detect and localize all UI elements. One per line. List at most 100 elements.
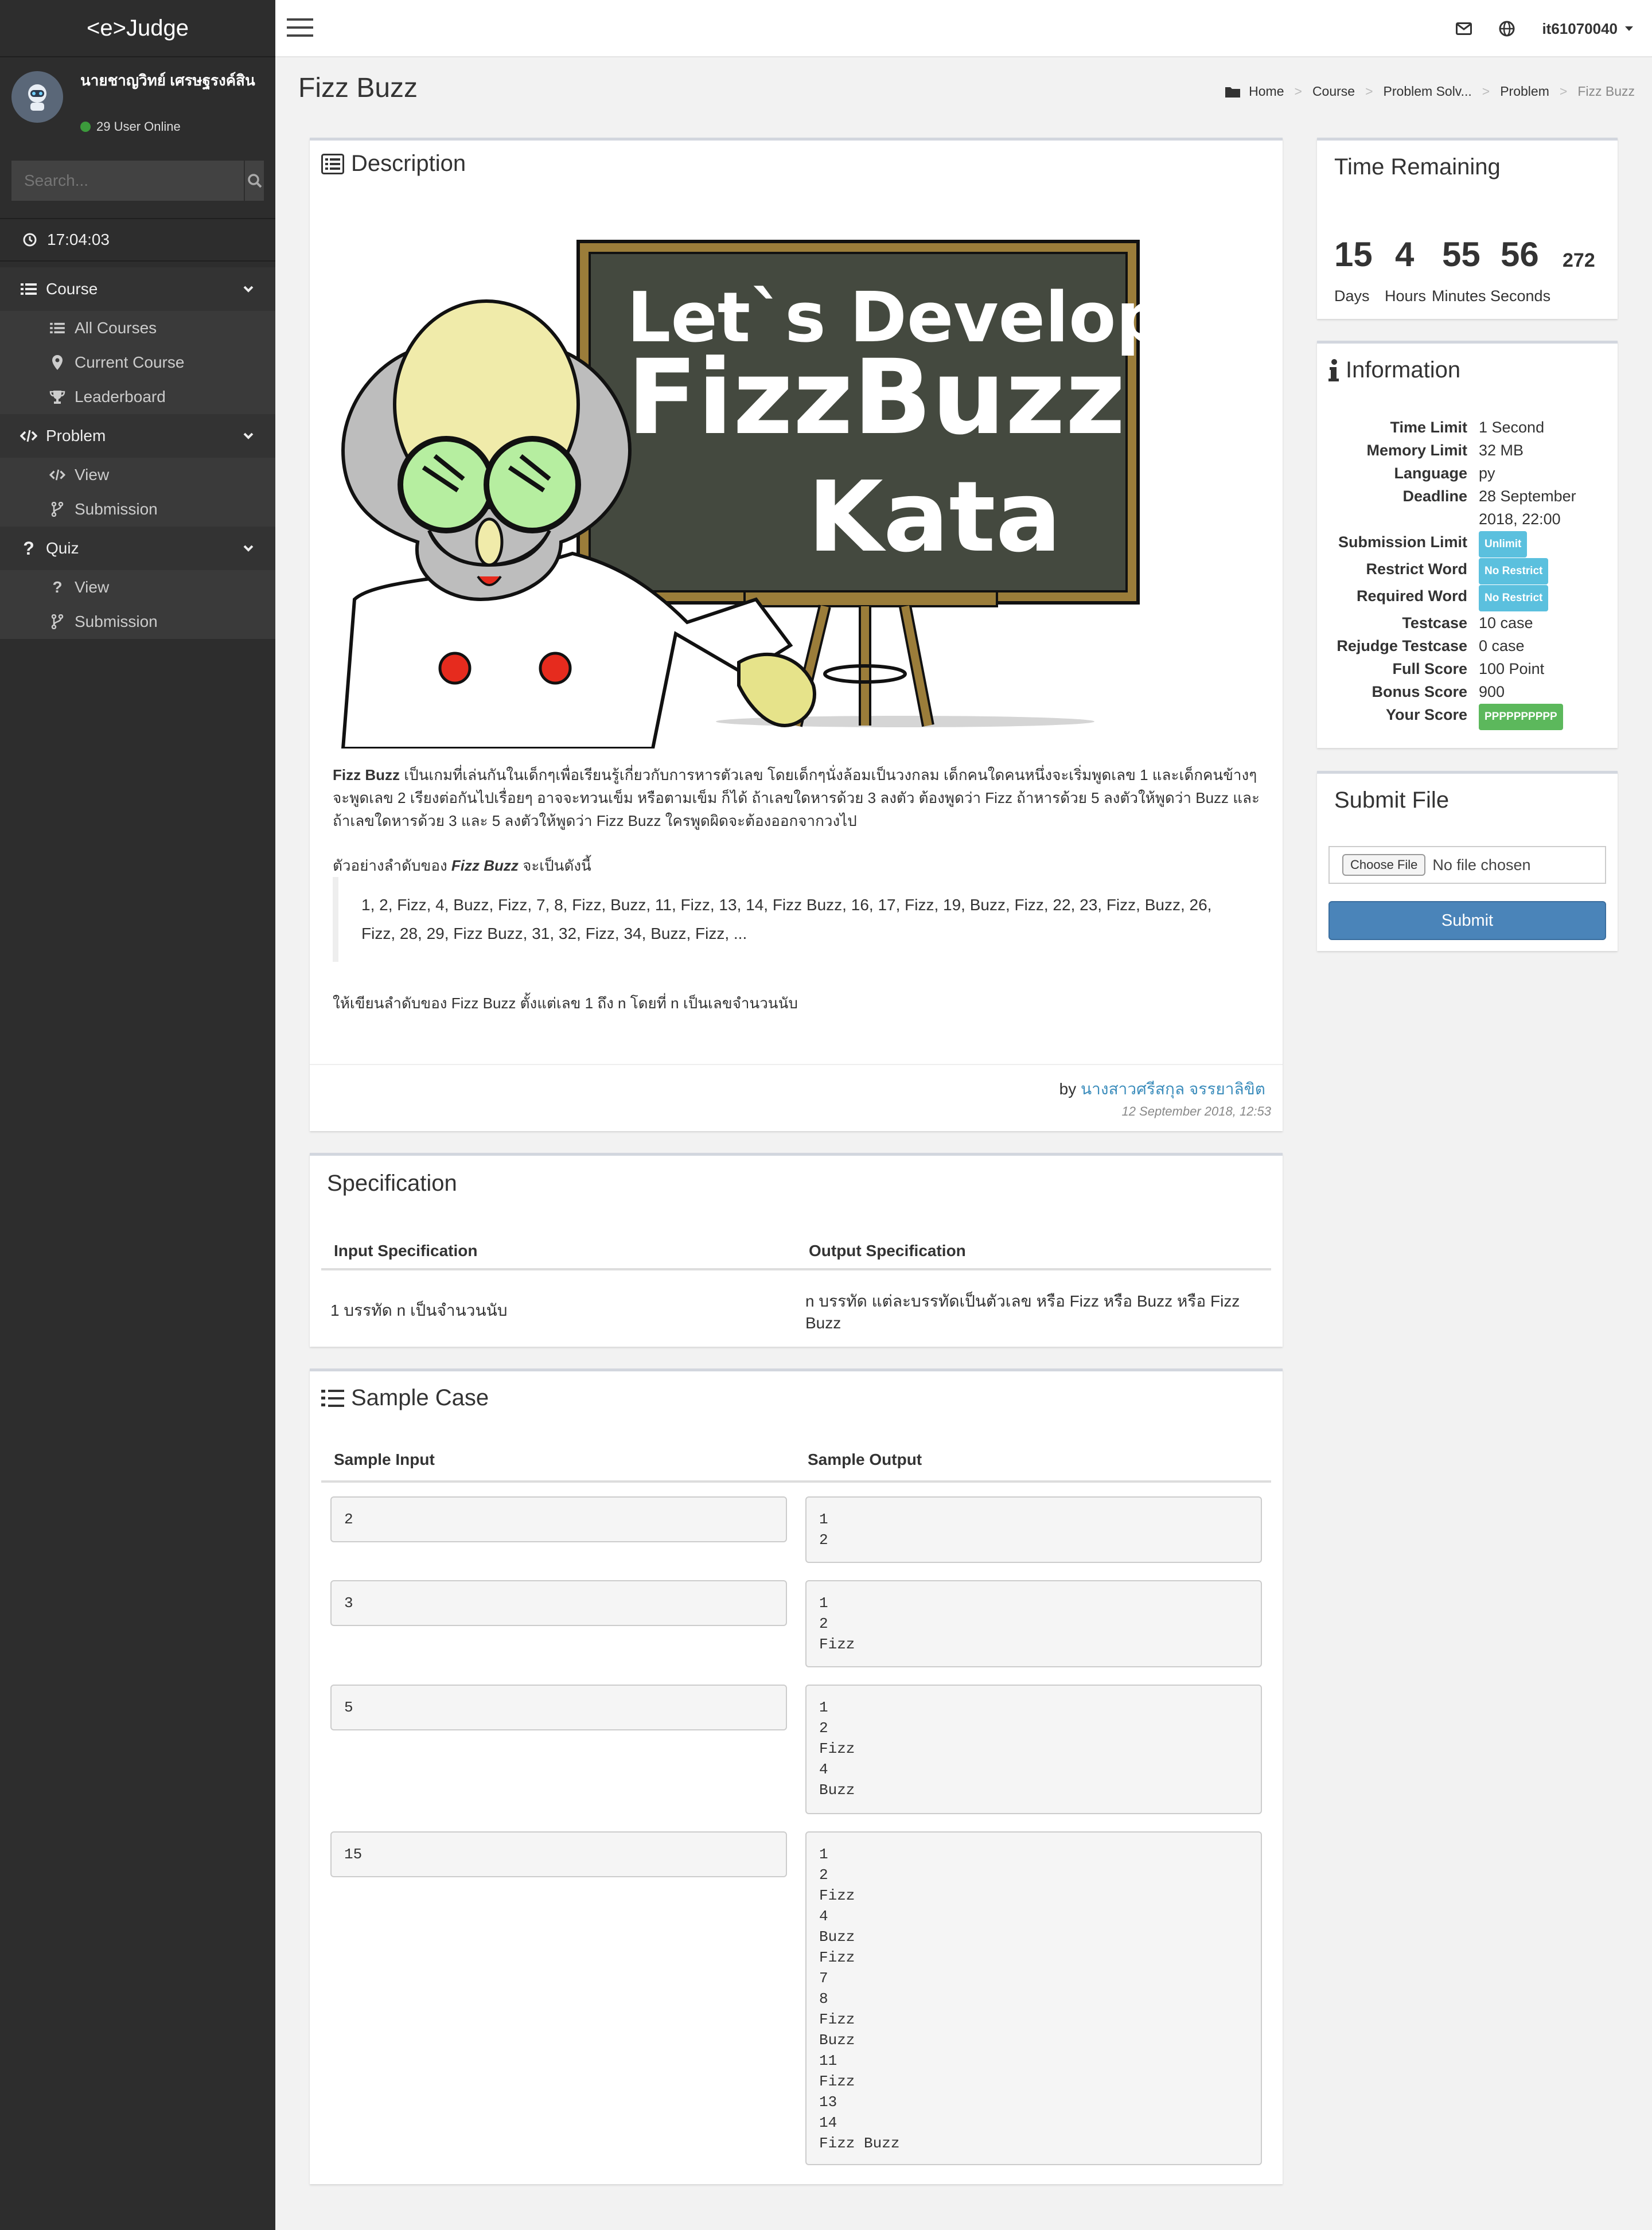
task-text: ให้เขียนลำดับของ Fizz Buzz ตั้งแต่เลข 1 … [333,995,798,1012]
clock-text: 17:04:03 [47,231,110,248]
info-value: 10 case [1479,614,1533,631]
author-line: by นางสาวศรีสกุล จรรยาลิขิต [1059,1077,1265,1102]
choose-file-button[interactable]: Choose File [1342,854,1426,876]
sidebar-item-problem-view[interactable]: View [0,458,275,492]
list-alt-icon [321,153,344,174]
post-date: 12 September 2018, 12:53 [1121,1104,1271,1118]
submit-button[interactable]: Submit [1328,901,1606,940]
description-title: Description [351,151,466,176]
caret-down-icon [1625,26,1633,31]
example-intro-end: จะเป็นดังนี้ [518,857,591,874]
status-badge: No Restrict [1479,558,1549,584]
info-value: 32 MB [1479,442,1524,459]
list-icon [46,322,69,334]
file-input[interactable]: Choose File No file chosen [1328,846,1606,884]
chevron-down-icon [242,540,255,559]
information-list: Time Limit 1 Second Memory Limit 32 MB Lan… [1317,416,1618,730]
envelope-icon[interactable] [1456,22,1472,35]
sidebar-item-label: View [75,578,110,596]
sidebar-item-course-label: Course [46,280,98,298]
breadcrumb-separator: > [1559,84,1568,99]
navbar-right: it61070040 [1429,0,1635,57]
info-key: Language [1394,465,1467,482]
specification-title: Specification [327,1171,457,1196]
online-count: 29 User Online [96,119,181,134]
hamburger-menu-icon[interactable] [287,17,313,41]
information-header: Information [1328,357,1460,383]
info-required-word: Required Word No Restrict [1317,584,1618,611]
sidebar-item-label: View [75,466,110,484]
info-key: Your Score [1385,706,1467,723]
breadcrumb-problem[interactable]: Problem [1500,84,1549,99]
info-value: 28 September 2018, 22:00 [1479,488,1576,528]
info-key: Time Limit [1390,419,1467,436]
breadcrumb-problem-solving[interactable]: Problem Solv... [1384,84,1472,99]
info-key: Bonus Score [1372,683,1467,700]
online-dot-icon [80,122,91,132]
server-clock: 17:04:03 [0,218,275,262]
breadcrumb-separator: > [1294,84,1302,99]
sidebar-item-quiz[interactable]: ? Quiz [0,527,275,570]
countdown-minutes: 55 [1442,235,1480,274]
quiz-submenu: ? View Submission [0,570,275,639]
info-key: Rejudge Testcase [1337,637,1467,654]
info-memory-limit: Memory Limit 32 MB [1317,439,1618,462]
sidebar-item-all-courses[interactable]: All Courses [0,311,275,345]
info-time-limit: Time Limit 1 Second [1317,416,1618,439]
description-header: Description [321,151,466,177]
time-remaining-box: Time Remaining 15 4 55 56 272 Days Hours… [1317,138,1618,319]
info-key: Full Score [1392,660,1467,677]
map-marker-icon [46,355,69,370]
info-value: 100 Point [1479,660,1545,677]
info-value: 900 [1479,683,1505,700]
sample-input-1: 2 [330,1496,787,1542]
user-menu[interactable]: it61070040 [1542,20,1635,38]
countdown-ms: 272 [1563,249,1595,271]
info-value: 1 Second [1479,419,1545,436]
sidebar-menu: Course All Courses Current Course Leader… [0,267,275,639]
search-input[interactable] [11,161,244,201]
footer-divider [310,1064,1283,1065]
minutes-label: Minutes [1432,287,1486,305]
chevron-down-icon [242,281,255,299]
info-value: 0 case [1479,637,1525,654]
no-file-text: No file chosen [1432,856,1531,874]
breadcrumb-course[interactable]: Course [1312,84,1355,99]
output-spec-value: n บรรทัด แต่ละบรรทัดเป็นตัวเลข หรือ Fizz… [805,1292,1240,1332]
image-line-2: FizzBuzz [627,338,1125,458]
info-icon [1328,358,1339,381]
sidebar-item-course[interactable]: Course [0,267,275,311]
days-label: Days [1334,287,1370,305]
sidebar-item-label: Submission [75,613,158,630]
breadcrumb-current: Fizz Buzz [1577,84,1635,99]
info-value: py [1479,465,1495,482]
sidebar-item-quiz-submission[interactable]: Submission [0,605,275,639]
info-full-score: Full Score 100 Point [1317,657,1618,680]
submit-file-box: Submit File Choose File No file chosen S… [1317,771,1618,951]
sidebar-search [11,161,264,201]
sample-output-2: 1 2 Fizz [805,1580,1262,1667]
sidebar-item-problem[interactable]: Problem [0,414,275,458]
author-link[interactable]: นางสาวศรีสกุล จรรยาลิขิต [1081,1080,1265,1098]
input-spec-value: 1 บรรทัด n เป็นจำนวนนับ [330,1301,508,1319]
breadcrumb-home[interactable]: Home [1249,84,1284,99]
sidebar-item-current-course[interactable]: Current Course [0,345,275,380]
search-button[interactable] [244,161,264,201]
info-key: Testcase [1402,614,1467,631]
image-line-3: Kata [808,461,1061,574]
output-spec-header: Output Specification [796,1234,1271,1270]
example-intro: ตัวอย่างลำดับของ Fizz Buzz จะเป็นดังนี้ [333,854,591,877]
sidebar-item-quiz-view[interactable]: ? View [0,570,275,605]
sidebar-item-leaderboard[interactable]: Leaderboard [0,380,275,414]
info-key: Restrict Word [1366,560,1467,578]
info-your-score: Your Score PPPPPPPPPP [1317,703,1618,730]
course-submenu: All Courses Current Course Leaderboard [0,311,275,414]
globe-icon[interactable] [1498,20,1515,37]
breadcrumb: Home > Course > Problem Solv... > Problem > … [1225,84,1635,99]
search-icon [247,174,262,188]
sample-headers: Sample Input Sample Output [321,1451,1271,1483]
app-logo[interactable]: <e>Judge [0,0,275,57]
sidebar-item-problem-label: Problem [46,427,106,445]
sidebar-item-label: All Courses [75,319,157,337]
sidebar-item-problem-submission[interactable]: Submission [0,492,275,527]
